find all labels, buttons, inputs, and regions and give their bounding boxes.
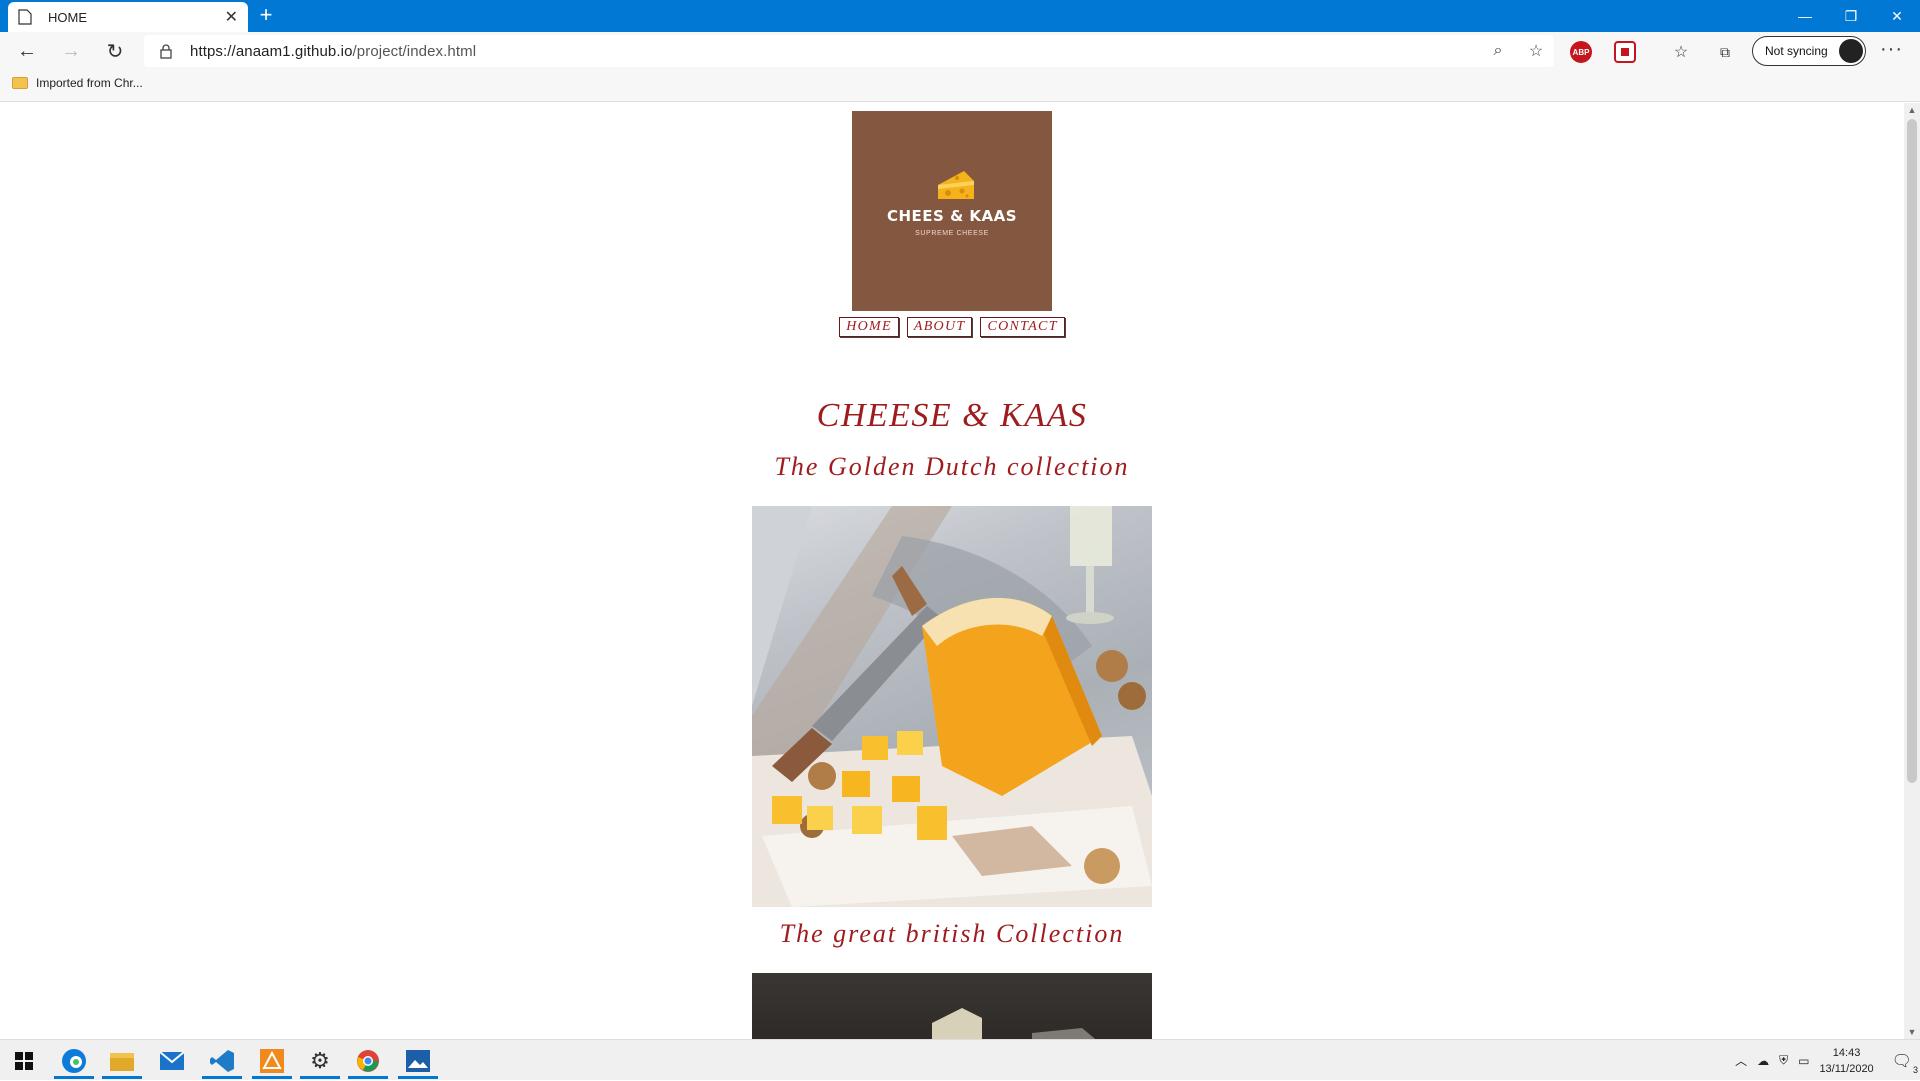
- logo-tagline: SUPREME CHEESE: [915, 230, 989, 237]
- bookmarks-bar: Imported from Chr...: [0, 70, 1920, 102]
- taskbar-file-explorer[interactable]: [98, 1044, 146, 1079]
- taskbar-settings[interactable]: ⚙: [296, 1044, 344, 1079]
- title-bar: HOME ✕ + — ❐ ✕: [0, 0, 1920, 32]
- collection-heading-british: The great british Collection: [779, 919, 1125, 948]
- forward-button[interactable]: →: [56, 37, 86, 65]
- scroll-thumb[interactable]: [1907, 119, 1917, 783]
- more-menu-icon[interactable]: ···: [1880, 38, 1903, 61]
- folder-icon: [110, 1053, 134, 1071]
- logo-brand-text: CHEES & KAAS: [886, 207, 1018, 225]
- close-window-button[interactable]: ✕: [1874, 0, 1920, 32]
- page-title: CHEESE & KAAS: [816, 397, 1088, 434]
- taskbar-mail[interactable]: [148, 1044, 196, 1078]
- notification-center-icon[interactable]: 🗨 3: [1892, 1051, 1918, 1075]
- collections-icon[interactable]: ⧉: [1714, 41, 1736, 63]
- restore-button[interactable]: ❐: [1828, 0, 1874, 32]
- scroll-down-icon[interactable]: ▼: [1907, 1027, 1917, 1037]
- sync-label: Not syncing: [1765, 44, 1828, 58]
- onedrive-icon[interactable]: ☁: [1757, 1054, 1769, 1068]
- mail-icon: [159, 1051, 185, 1070]
- taskbar: ⚙ ︿ ☁ ⛨ ▭ 14:43 13/11/2020 🗨 3: [0, 1039, 1920, 1080]
- clock-date: 13/11/2020: [1819, 1062, 1874, 1075]
- nav-contact-link[interactable]: CONTACT: [980, 317, 1065, 337]
- bookmark-folder[interactable]: Imported from Chr...: [12, 76, 143, 90]
- page-scrollbar[interactable]: ▲ ▼: [1904, 103, 1920, 1039]
- refresh-button[interactable]: ↻: [100, 37, 130, 65]
- new-tab-button[interactable]: +: [254, 4, 278, 28]
- page-viewport: CHEES & KAAS SUPREME CHEESE HOME ABOUT C…: [0, 103, 1904, 1039]
- start-button[interactable]: [0, 1044, 48, 1078]
- dutch-cheese-image: [752, 506, 1152, 907]
- taskbar-app-orange[interactable]: [248, 1044, 296, 1079]
- scroll-up-icon[interactable]: ▲: [1907, 105, 1917, 115]
- profile-sync-button[interactable]: Not syncing: [1752, 36, 1866, 66]
- taskbar-photos[interactable]: [394, 1044, 442, 1079]
- browser-tab[interactable]: HOME ✕: [8, 2, 248, 32]
- site-logo: CHEES & KAAS SUPREME CHEESE: [852, 111, 1052, 311]
- nav-about-link[interactable]: ABOUT: [906, 317, 973, 337]
- taskbar-edge[interactable]: [50, 1044, 98, 1079]
- windows-icon: [15, 1052, 33, 1070]
- security-icon[interactable]: ⛨: [1779, 1053, 1788, 1068]
- taskbar-chrome[interactable]: [344, 1044, 392, 1079]
- folder-icon: [12, 77, 28, 89]
- cheese-icon: [938, 171, 974, 199]
- close-tab-icon[interactable]: ✕: [225, 7, 238, 27]
- chrome-icon: [357, 1050, 379, 1072]
- vscode-icon: [210, 1050, 234, 1072]
- photos-icon: [406, 1050, 430, 1072]
- clock-time: 14:43: [1832, 1046, 1861, 1059]
- address-bar[interactable]: https://anaam1.github.io/project/index.h…: [144, 35, 1554, 67]
- site-nav: HOME ABOUT CONTACT: [0, 317, 1904, 337]
- british-cheese-image: [752, 973, 1152, 1039]
- tab-title: HOME: [48, 9, 87, 25]
- edge-icon: [62, 1049, 86, 1073]
- favorite-star-icon[interactable]: ☆: [1526, 41, 1546, 61]
- collection-heading-dutch: The Golden Dutch collection: [774, 452, 1130, 481]
- browser-toolbar: ← → ↻ https://anaam1.github.io/project/i…: [0, 32, 1920, 70]
- notification-count: 3: [1912, 1064, 1918, 1075]
- extension-icon[interactable]: [1614, 41, 1636, 63]
- battery-icon[interactable]: ▭: [1798, 1054, 1809, 1068]
- taskbar-vscode[interactable]: [198, 1044, 246, 1079]
- lock-icon: [160, 44, 172, 59]
- page-icon: [18, 9, 32, 25]
- adblock-extension-icon[interactable]: ABP: [1570, 41, 1592, 63]
- url-text: https://anaam1.github.io/project/index.h…: [190, 42, 477, 60]
- system-tray: ︿ ☁ ⛨ ▭ 14:43 13/11/2020 🗨 3: [1735, 1040, 1918, 1081]
- bookmark-label: Imported from Chr...: [36, 76, 143, 90]
- gear-icon: ⚙: [310, 1048, 330, 1073]
- back-button[interactable]: ←: [12, 37, 42, 65]
- favorites-icon[interactable]: ☆: [1670, 41, 1692, 63]
- avatar: [1839, 39, 1863, 63]
- nav-home-link[interactable]: HOME: [839, 317, 899, 337]
- zoom-icon[interactable]: ⌕: [1488, 41, 1508, 61]
- minimize-button[interactable]: —: [1782, 0, 1828, 32]
- chevron-up-icon[interactable]: ︿: [1735, 1052, 1747, 1069]
- clock[interactable]: 14:43 13/11/2020: [1819, 1045, 1873, 1077]
- office-app-icon: [260, 1049, 284, 1073]
